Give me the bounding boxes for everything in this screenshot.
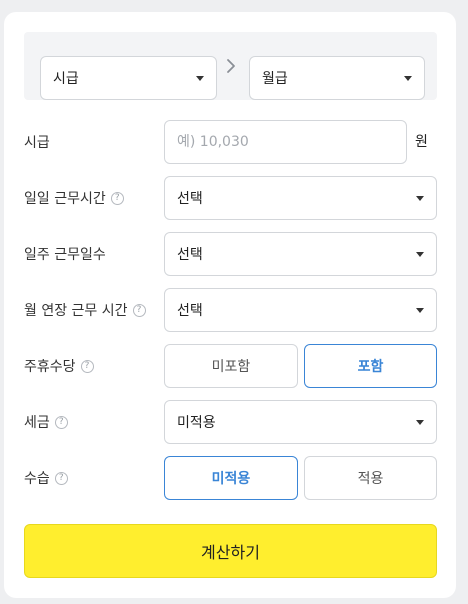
- daily-hours-value: 선택: [177, 191, 203, 207]
- weekly-days-value: 선택: [177, 247, 203, 263]
- hourly-wage-label-text: 시급: [24, 135, 50, 151]
- hourly-wage-input[interactable]: [164, 120, 407, 164]
- overtime-label-text: 월 연장 근무 시간: [24, 303, 128, 319]
- overtime-label: 월 연장 근무 시간 ?: [24, 300, 146, 320]
- holiday-allowance-include-button[interactable]: 포함: [304, 344, 437, 388]
- overtime-select[interactable]: 선택: [164, 288, 437, 332]
- to-unit-value: 월급: [262, 71, 288, 87]
- won-unit: 원: [415, 134, 428, 150]
- from-unit-select[interactable]: 시급: [40, 56, 217, 100]
- hourly-wage-label: 시급: [24, 132, 50, 152]
- probation-label: 수습 ?: [24, 468, 68, 488]
- daily-hours-select[interactable]: 선택: [164, 176, 437, 220]
- daily-hours-label: 일일 근무시간 ?: [24, 188, 124, 208]
- probation-applied-button[interactable]: 적용: [304, 456, 437, 500]
- tax-label-text: 세금: [24, 415, 50, 431]
- calculate-button[interactable]: 계산하기: [24, 524, 437, 578]
- chevron-down-icon: [196, 76, 204, 81]
- weekly-days-label-text: 일주 근무일수: [24, 247, 106, 263]
- weekly-days-label: 일주 근무일수: [24, 244, 106, 264]
- holiday-allowance-exclude-button[interactable]: 미포함: [164, 344, 298, 388]
- probation-label-text: 수습: [24, 471, 50, 487]
- chevron-down-icon: [416, 252, 424, 257]
- help-icon[interactable]: ?: [54, 415, 68, 429]
- chevron-down-icon: [416, 308, 424, 313]
- probation-not-applied-button[interactable]: 미적용: [164, 456, 298, 500]
- chevron-down-icon: [416, 196, 424, 201]
- help-icon[interactable]: ?: [80, 359, 94, 373]
- holiday-allowance-label: 주휴수당 ?: [24, 356, 94, 376]
- chevron-down-icon: [416, 420, 424, 425]
- daily-hours-label-text: 일일 근무시간: [24, 191, 106, 207]
- overtime-value: 선택: [177, 303, 203, 319]
- help-icon[interactable]: ?: [132, 303, 146, 317]
- tax-label: 세금 ?: [24, 412, 68, 432]
- tax-value: 미적용: [177, 415, 216, 431]
- chevron-right-icon: [227, 59, 235, 73]
- help-icon[interactable]: ?: [54, 471, 68, 485]
- weekly-days-select[interactable]: 선택: [164, 232, 437, 276]
- from-unit-value: 시급: [53, 71, 79, 87]
- holiday-allowance-label-text: 주휴수당: [24, 359, 76, 375]
- help-icon[interactable]: ?: [110, 191, 124, 205]
- tax-select[interactable]: 미적용: [164, 400, 437, 444]
- to-unit-select[interactable]: 월급: [249, 56, 425, 100]
- chevron-down-icon: [404, 76, 412, 81]
